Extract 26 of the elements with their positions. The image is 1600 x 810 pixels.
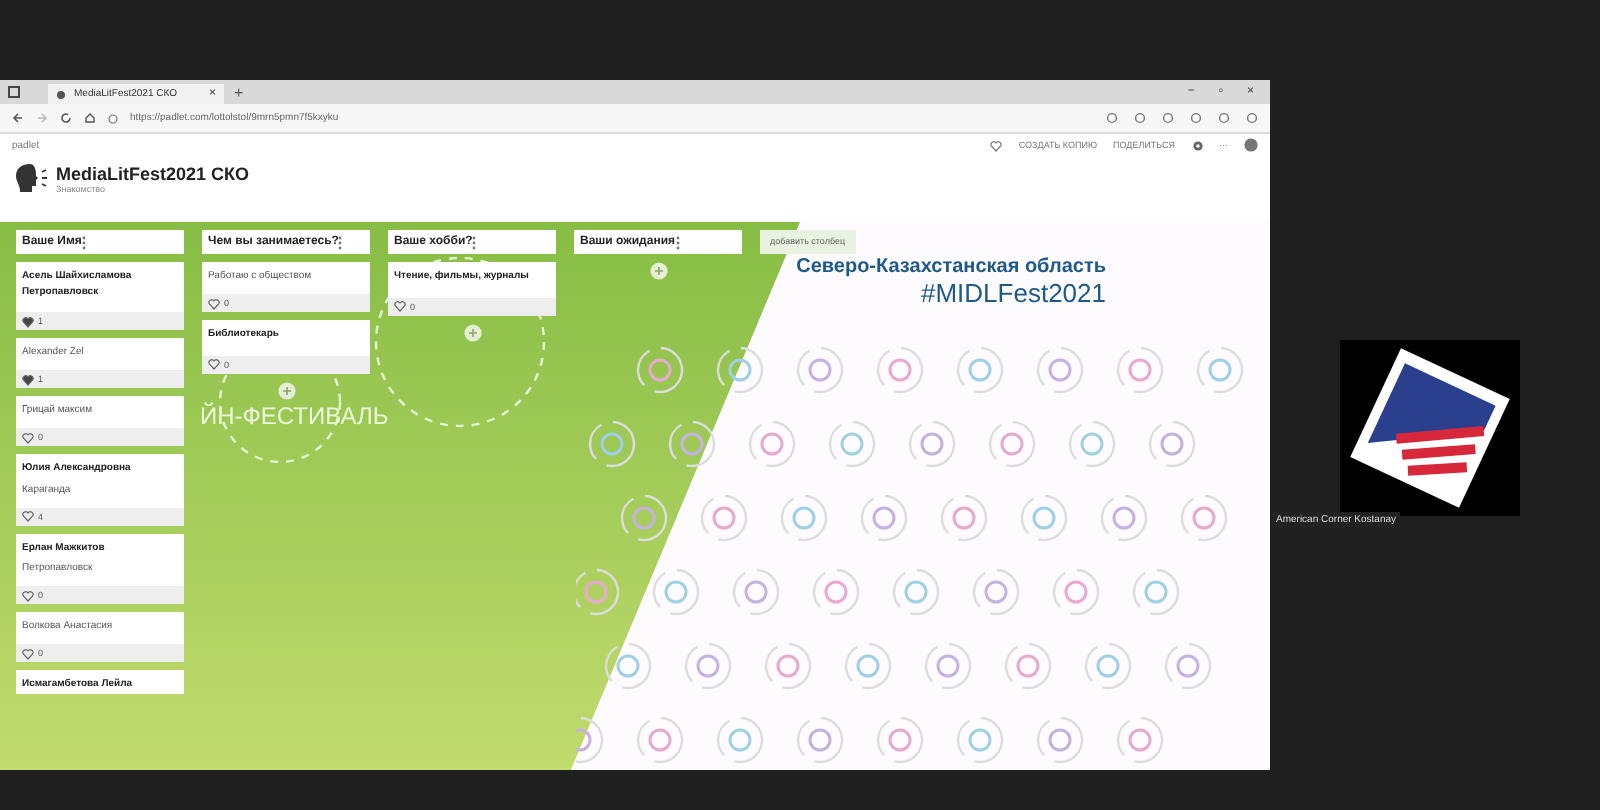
heart-icon[interactable] xyxy=(22,315,34,327)
heart-icon[interactable] xyxy=(990,139,1003,151)
heart-icon[interactable] xyxy=(22,589,34,601)
region-title: Северо-Казахстанская область xyxy=(796,256,1106,278)
back-icon[interactable] xyxy=(12,112,24,124)
heart-icon[interactable] xyxy=(394,300,406,312)
heart-icon[interactable] xyxy=(22,431,34,443)
new-tab-button[interactable]: + xyxy=(234,83,244,101)
avatar-icon[interactable] xyxy=(1244,138,1258,152)
kebab-menu-icon[interactable] xyxy=(81,235,86,249)
padlet-title: MediaLitFest2021 СКО xyxy=(56,163,250,183)
kebab-menu-icon[interactable] xyxy=(472,235,477,249)
kebab-menu-icon[interactable] xyxy=(675,235,680,249)
hashtag: #MIDLFest2021 xyxy=(919,278,1106,308)
festival-banner-text: ЙН-ФЕСТИВАЛЬ xyxy=(200,402,389,430)
speaking-head-icon xyxy=(12,160,48,196)
home-icon[interactable] xyxy=(84,112,96,124)
settings-icon[interactable] xyxy=(1191,139,1203,151)
heart-icon[interactable] xyxy=(208,358,220,370)
kebab-menu-icon[interactable] xyxy=(338,235,343,249)
heart-icon[interactable] xyxy=(22,373,34,385)
reload-icon[interactable] xyxy=(60,112,72,124)
heart-icon[interactable] xyxy=(208,297,220,309)
heart-icon[interactable] xyxy=(22,647,34,659)
heart-icon[interactable] xyxy=(22,510,34,522)
sidebar-icon[interactable] xyxy=(8,86,20,98)
